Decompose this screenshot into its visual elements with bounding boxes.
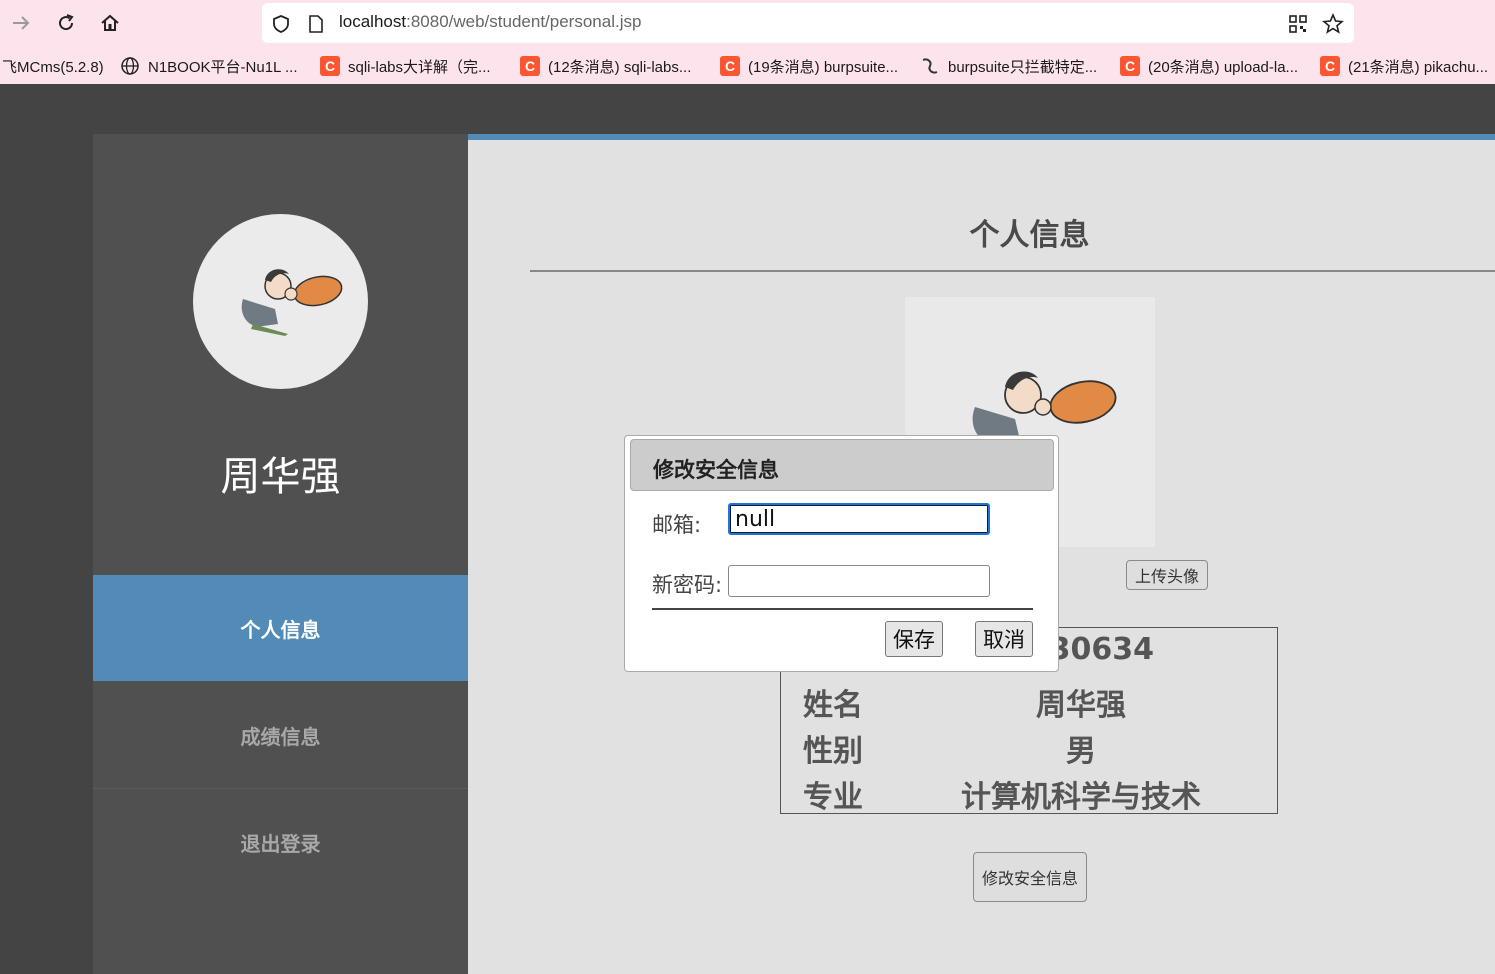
bookmark-item[interactable]: N1BOOK平台-Nu1L ... xyxy=(120,56,298,76)
dialog-header[interactable]: 修改安全信息 xyxy=(630,439,1054,491)
table-row: 专业 计算机科学与技术 xyxy=(781,768,1279,815)
page-title: 个人信息 xyxy=(969,218,1090,253)
cancel-button[interactable]: 取消 xyxy=(975,621,1033,657)
table-row: 性别 男 xyxy=(781,722,1279,769)
new-password-field[interactable] xyxy=(728,565,990,597)
info-value: 周华强 xyxy=(1036,688,1126,723)
info-value: 男 xyxy=(1066,734,1096,769)
shape-icon xyxy=(920,56,940,76)
save-button[interactable]: 保存 xyxy=(885,621,943,657)
sidebar: 周华强 个人信息 成绩信息 退出登录 xyxy=(93,134,468,974)
bookmark-label: N1BOOK平台-Nu1L ... xyxy=(148,58,298,76)
forward-icon[interactable] xyxy=(6,8,36,38)
qr-code-icon[interactable] xyxy=(1287,13,1309,35)
edit-security-button[interactable]: 修改安全信息 xyxy=(973,852,1087,902)
csdn-icon: C xyxy=(720,56,740,76)
info-label: 专业 xyxy=(803,780,863,815)
bookmark-label: burpsuite只拦截特定... xyxy=(948,58,1098,76)
avatar-illustration xyxy=(241,269,343,336)
bookmark-label: (21条消息) pikachu... xyxy=(1348,58,1489,76)
address-bar[interactable]: localhost:8080/web/student/personal.jsp xyxy=(262,3,1354,43)
bookmark-item[interactable]: burpsuite只拦截特定... xyxy=(920,56,1097,76)
home-icon[interactable] xyxy=(95,8,125,38)
star-icon[interactable] xyxy=(1322,13,1344,35)
info-label: 性别 xyxy=(803,734,863,769)
email-field[interactable] xyxy=(728,503,990,535)
url-host: localhost xyxy=(339,12,407,31)
new-password-label: 新密码: xyxy=(652,573,723,597)
csdn-icon: C xyxy=(1320,56,1340,76)
csdn-icon: C xyxy=(320,56,340,76)
upload-avatar-button[interactable]: 上传头像 xyxy=(1126,560,1208,590)
bookmark-item[interactable]: C (20条消息) upload-la... xyxy=(1120,56,1298,76)
dialog-divider xyxy=(652,608,1033,610)
table-row: 姓名 周华强 xyxy=(781,676,1279,723)
avatar xyxy=(193,214,368,389)
page-icon xyxy=(305,13,327,35)
info-label: 姓名 xyxy=(803,688,863,723)
bookmark-item[interactable]: 飞MCms(5.2.8) xyxy=(2,56,104,76)
sidebar-item-label: 个人信息 xyxy=(240,617,321,642)
sidebar-item-label: 成绩信息 xyxy=(240,724,321,749)
sidebar-item-grades[interactable]: 成绩信息 xyxy=(93,682,468,788)
email-label: 邮箱: xyxy=(652,513,702,537)
globe-icon xyxy=(120,56,140,76)
url-text[interactable]: localhost:8080/web/student/personal.jsp xyxy=(339,12,641,32)
bookmark-label: 飞MCms(5.2.8) xyxy=(2,58,104,76)
title-divider xyxy=(530,270,1495,272)
bookmark-item[interactable]: C (19条消息) burpsuite... xyxy=(720,56,898,76)
bookmark-item[interactable]: C (12条消息) sqli-labs... xyxy=(520,56,691,76)
bookmark-label: sqli-labs大详解（完... xyxy=(348,58,491,76)
reload-icon[interactable] xyxy=(51,8,81,38)
bookmark-item[interactable]: C sqli-labs大详解（完... xyxy=(320,56,491,76)
dialog-title: 修改安全信息 xyxy=(653,458,779,482)
sidebar-item-logout[interactable]: 退出登录 xyxy=(93,789,468,895)
bookmark-label: (12条消息) sqli-labs... xyxy=(548,58,692,76)
csdn-icon: C xyxy=(520,56,540,76)
csdn-icon: C xyxy=(1120,56,1140,76)
browser-toolbar: localhost:8080/web/student/personal.jsp xyxy=(0,0,1495,47)
sidebar-student-name: 周华强 xyxy=(220,454,341,500)
shield-icon[interactable] xyxy=(270,13,292,35)
bookmark-label: (20条消息) upload-la... xyxy=(1148,58,1299,76)
url-path: :8080/web/student/personal.jsp xyxy=(406,12,642,31)
bookmark-label: (19条消息) burpsuite... xyxy=(748,58,899,76)
sidebar-item-label: 退出登录 xyxy=(240,831,321,856)
security-dialog: 修改安全信息 邮箱: 新密码: 保存 取消 xyxy=(624,435,1059,672)
info-value: 计算机科学与技术 xyxy=(961,780,1201,815)
sidebar-item-personal-info[interactable]: 个人信息 xyxy=(93,575,468,681)
bookmark-item[interactable]: C (21条消息) pikachu... xyxy=(1320,56,1488,76)
bookmarks-bar: 飞MCms(5.2.8) N1BOOK平台-Nu1L ... C sqli-la… xyxy=(0,47,1495,85)
